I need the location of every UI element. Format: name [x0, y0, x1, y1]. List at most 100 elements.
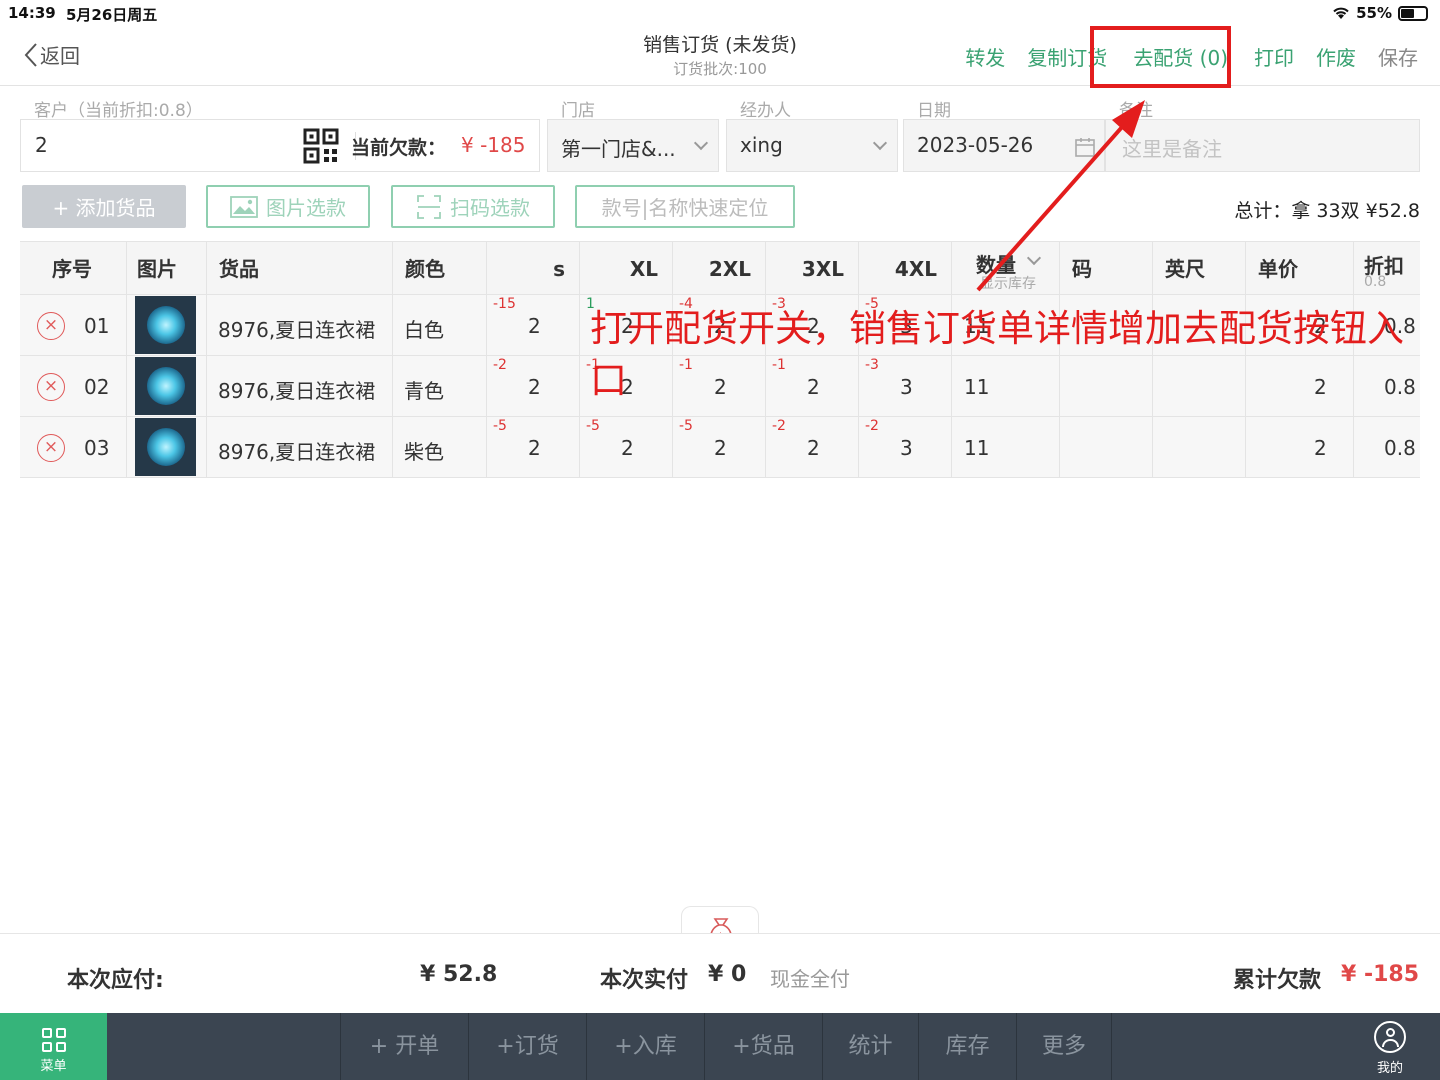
tab-order[interactable]: +订货: [468, 1013, 586, 1080]
header-color: 颜色: [393, 242, 487, 296]
goods-name: 8976,夏日连衣裙: [218, 440, 376, 464]
header-size-xl: XL: [580, 242, 673, 296]
product-thumbnail[interactable]: [135, 296, 196, 354]
tab-more[interactable]: 更多: [1016, 1013, 1112, 1080]
customer-field[interactable]: 2 当前欠款： ¥ -185: [20, 119, 540, 172]
image-select-label: 图片选款: [266, 196, 346, 220]
cell-seq: × 03: [20, 417, 127, 478]
wifi-icon: [1333, 7, 1349, 19]
size-qty-cell[interactable]: -2 2: [487, 356, 580, 417]
product-thumbnail[interactable]: [135, 418, 196, 476]
debt-value: ¥ -185: [461, 133, 526, 157]
cell-goods: 8976,夏日连衣裙: [207, 295, 393, 356]
header-size-s: s: [487, 242, 580, 296]
battery-icon: [1398, 5, 1428, 21]
color-name: 白色: [404, 318, 444, 342]
stock-count: -2: [493, 357, 507, 373]
stock-count: -2: [772, 418, 786, 434]
tab-new-bill[interactable]: + 开单: [340, 1013, 468, 1080]
tab-inventory[interactable]: 库存: [918, 1013, 1016, 1080]
handler-select[interactable]: xing: [726, 119, 898, 172]
size-qty-cell[interactable]: -2 3: [859, 417, 952, 478]
table-row[interactable]: × 03 8976,夏日连衣裙 柴色 -5 2 -5 2 -5 2 -2 2 -2 3 11 2 0.8: [20, 417, 1420, 478]
store-label: 门店: [561, 101, 595, 121]
paid-value[interactable]: ¥ 0: [708, 962, 746, 987]
add-goods-button[interactable]: + 添加货品: [22, 185, 186, 228]
payable-value: ¥ 52.8: [420, 962, 498, 987]
cell-color: 青色: [393, 356, 487, 417]
customer-value: 2: [35, 133, 48, 157]
cell-inch[interactable]: [1153, 417, 1246, 478]
size-qty-cell[interactable]: -5 2: [487, 417, 580, 478]
size-qty: 2: [621, 436, 634, 460]
user-icon: [1374, 1021, 1406, 1053]
status-time: 14:39: [8, 4, 56, 22]
stock-count: -2: [865, 418, 879, 434]
delete-row-icon[interactable]: ×: [37, 434, 65, 462]
size-qty-cell[interactable]: -15 2: [487, 295, 580, 356]
size-qty-cell[interactable]: -5 2: [580, 417, 673, 478]
tab-goods[interactable]: +货品: [704, 1013, 822, 1080]
menu-button[interactable]: 菜单: [0, 1013, 107, 1080]
size-qty: 2: [807, 436, 820, 460]
cell-price[interactable]: 2: [1246, 417, 1354, 478]
header-size-4xl: 4XL: [859, 242, 952, 296]
color-name: 柴色: [404, 440, 444, 464]
customer-label: 客户（当前折扣:0.8）: [34, 101, 203, 121]
store-value: 第一门店&...: [561, 137, 676, 161]
cell-qty: 11: [952, 417, 1060, 478]
cell-seq: × 01: [20, 295, 127, 356]
tab-stock-in[interactable]: +入库: [586, 1013, 704, 1080]
date-label: 日期: [917, 101, 951, 121]
tab-statistics[interactable]: 统计: [822, 1013, 918, 1080]
size-qty-cell[interactable]: -2 2: [766, 417, 859, 478]
scan-select-button[interactable]: 扫码选款: [391, 185, 555, 228]
header-size-2xl: 2XL: [673, 242, 766, 296]
size-qty: 2: [528, 375, 541, 399]
header-seq: 序号: [20, 242, 127, 296]
debt-label: 当前欠款：: [351, 137, 447, 159]
me-button[interactable]: 我的: [1370, 1021, 1410, 1076]
order-total: 总计：拿 33双 ¥52.8: [1234, 200, 1420, 222]
cell-goods: 8976,夏日连衣裙: [207, 417, 393, 478]
save-button[interactable]: 保存: [1378, 42, 1418, 71]
cell-image: [127, 356, 207, 417]
pay-mode[interactable]: 现金全付: [770, 963, 850, 992]
status-date: 5月26日周五: [66, 6, 158, 24]
header-image: 图片: [127, 242, 207, 296]
me-label: 我的: [1376, 1061, 1403, 1076]
qr-code-icon[interactable]: [303, 128, 339, 164]
row-seq: 01: [84, 314, 110, 338]
header-goods: 货品: [207, 242, 393, 296]
stock-count: -15: [493, 296, 516, 312]
annotation-arrow: [976, 100, 1145, 292]
cell-image: [127, 295, 207, 356]
image-select-button[interactable]: 图片选款: [206, 185, 370, 228]
quick-locate-input[interactable]: 款号|名称快速定位: [575, 185, 795, 228]
forward-button[interactable]: 转发: [965, 42, 1005, 71]
chevron-down-icon: [693, 135, 709, 151]
void-button[interactable]: 作废: [1316, 42, 1356, 71]
header-inch: 英尺: [1153, 242, 1246, 296]
row-seq: 03: [84, 436, 110, 460]
size-qty: 2: [528, 436, 541, 460]
size-qty-cell[interactable]: -5 2: [673, 417, 766, 478]
delete-row-icon[interactable]: ×: [37, 312, 65, 340]
print-button[interactable]: 打印: [1254, 42, 1294, 71]
table-header: 序号 图片 货品 颜色 s XL 2XL 3XL 4XL 数量 显示库存 码 英…: [20, 241, 1420, 296]
size-qty: 2: [528, 314, 541, 338]
delete-row-icon[interactable]: ×: [37, 373, 65, 401]
row-price: 2: [1314, 436, 1327, 460]
handler-value: xing: [740, 133, 783, 157]
cell-color: 白色: [393, 295, 487, 356]
cell-code[interactable]: [1060, 417, 1153, 478]
goods-name: 8976,夏日连衣裙: [218, 379, 376, 403]
cell-image: [127, 417, 207, 478]
image-icon: [230, 195, 258, 218]
cell-discount[interactable]: 0.8: [1354, 417, 1420, 478]
cell-color: 柴色: [393, 417, 487, 478]
product-thumbnail[interactable]: [135, 357, 196, 415]
battery-percent: 55%: [1356, 4, 1392, 22]
store-select[interactable]: 第一门店&...: [547, 119, 719, 172]
highlight-box: [1090, 26, 1231, 88]
